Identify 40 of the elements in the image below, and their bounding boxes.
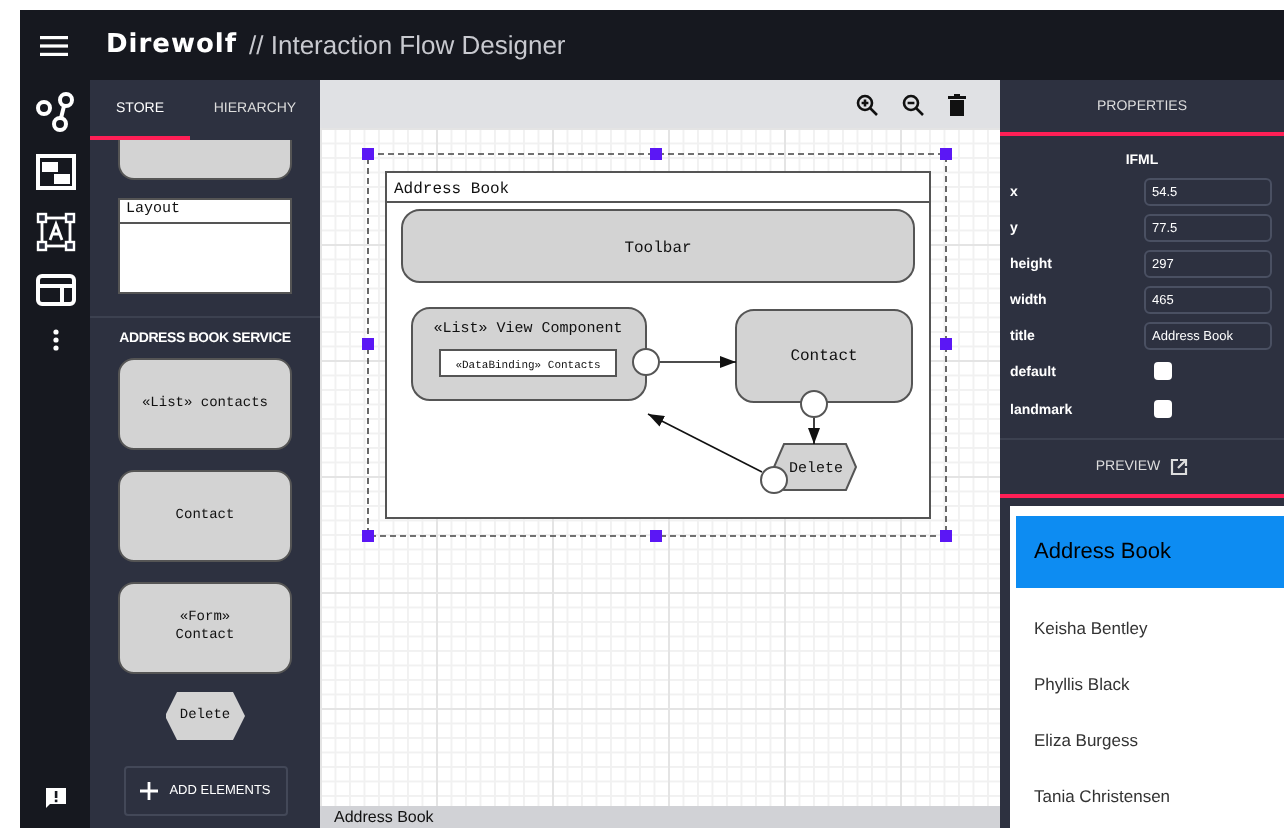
app-bar-title: Address Book: [1034, 540, 1171, 564]
trash-icon[interactable]: [948, 93, 966, 115]
flow-arrow[interactable]: [659, 356, 737, 368]
zoom-out-icon[interactable]: [902, 93, 924, 115]
list-item[interactable]: Keisha Bentley: [1016, 600, 1284, 656]
resize-handle[interactable]: [940, 530, 952, 542]
resize-handle[interactable]: [940, 148, 952, 160]
plus-icon: [139, 782, 158, 800]
frame-title: Address Book: [394, 181, 510, 199]
graph-icon[interactable]: [35, 92, 75, 132]
data-binding-box[interactable]: [439, 349, 617, 377]
status-text: Address Book: [334, 808, 434, 826]
resize-handle[interactable]: [650, 530, 662, 542]
component-label: Contact: [790, 348, 858, 366]
menu-icon[interactable]: [40, 35, 68, 55]
palette-item[interactable]: [118, 140, 292, 180]
app-title: // Interaction Flow Designer: [249, 30, 566, 60]
text-box-icon[interactable]: [35, 212, 75, 252]
resize-handle[interactable]: [362, 148, 374, 160]
checkbox[interactable]: [1154, 362, 1172, 380]
zoom-in-icon[interactable]: [856, 93, 878, 115]
toolbar-component[interactable]: [401, 209, 915, 283]
feedback-icon[interactable]: [43, 786, 67, 810]
list-item[interactable]: Tania Christensen: [1016, 768, 1284, 824]
resize-handle[interactable]: [650, 148, 662, 160]
window-icon[interactable]: [35, 274, 75, 306]
more-icon[interactable]: [51, 328, 59, 352]
list-item[interactable]: Eliza Burgess: [1016, 712, 1284, 768]
flow-arrow[interactable]: [647, 413, 763, 473]
layout-icon[interactable]: [35, 154, 75, 190]
component-label: Toolbar: [624, 240, 692, 258]
contact-component[interactable]: [735, 309, 913, 403]
resize-handle[interactable]: [362, 530, 374, 542]
checkbox[interactable]: [1154, 400, 1172, 418]
app-logo: Direwolf: [106, 30, 238, 60]
list-item[interactable]: Phyllis Black: [1016, 656, 1284, 712]
resize-handle[interactable]: [940, 338, 952, 350]
flow-arrow[interactable]: [808, 417, 820, 445]
resize-handle[interactable]: [362, 338, 374, 350]
external-link-icon: [1170, 458, 1189, 476]
